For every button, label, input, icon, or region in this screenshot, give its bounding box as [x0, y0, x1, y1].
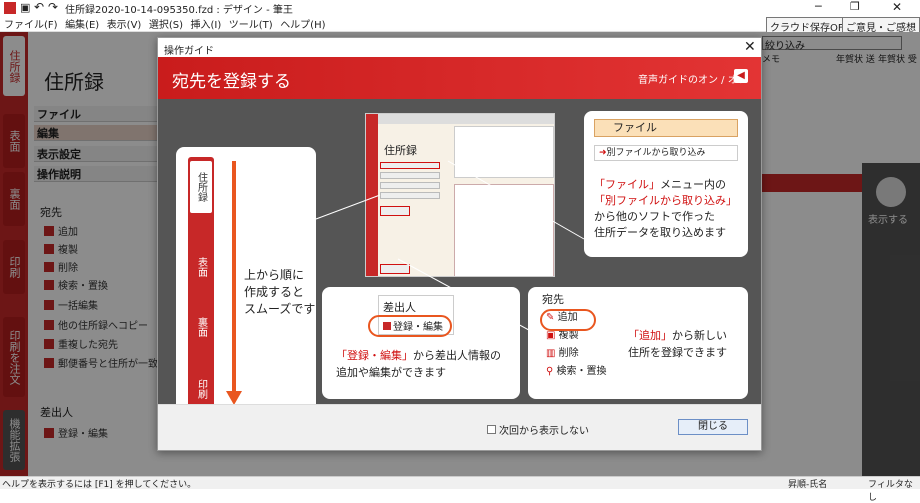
- dialog-footer: 次回から表示しない 閉じる: [158, 404, 761, 450]
- window-title: 住所録2020-10-14-095350.fzd : デザイン - 筆王: [65, 5, 293, 16]
- title-bar: ▣ ↶ ↷ 住所録2020-10-14-095350.fzd : デザイン - …: [0, 0, 920, 16]
- menu-help[interactable]: ヘルプ(H): [280, 20, 325, 31]
- status-sort: 昇順-氏名: [788, 480, 828, 490]
- dialog-close-icon[interactable]: ✕: [744, 39, 756, 55]
- undo-icon[interactable]: ↶: [34, 0, 44, 14]
- dont-show-checkbox[interactable]: 次回から表示しない: [487, 422, 589, 437]
- redo-icon[interactable]: ↷: [48, 0, 58, 14]
- menu-tools[interactable]: ツール(T): [229, 20, 273, 31]
- menu-file[interactable]: ファイル(F): [4, 20, 58, 31]
- banner-title: 宛先を登録する: [172, 72, 291, 92]
- app-icon: [4, 2, 16, 14]
- menu-view[interactable]: 表示(V): [107, 20, 142, 31]
- window-close-icon[interactable]: ✕: [892, 0, 902, 14]
- voice-toggle-link[interactable]: 音声ガイドのオン / オフ: [638, 71, 748, 86]
- maximize-icon[interactable]: ❐: [850, 0, 860, 13]
- menu-insert[interactable]: 挿入(I): [191, 20, 222, 31]
- status-bar: ヘルプを表示するには [F1] を押してください。 昇順-氏名 フィルタなし: [0, 476, 920, 503]
- close-button[interactable]: 閉じる: [678, 419, 748, 435]
- guide-dialog: 操作ガイド ✕ 宛先を登録する 音声ガイドのオン / オフ ◀ 住所録 住所録 …: [157, 37, 762, 451]
- guide-content: 住所録 住所録 表面 裏面 印刷 上から順に 作成すると スムーズです ファイル…: [158, 99, 761, 431]
- save-icon[interactable]: ▣: [20, 1, 30, 14]
- checkbox-box[interactable]: [487, 425, 496, 434]
- dialog-title: 操作ガイド: [164, 46, 214, 57]
- dialog-banner: 宛先を登録する 音声ガイドのオン / オフ ◀: [158, 57, 761, 99]
- menu-select[interactable]: 選択(S): [149, 20, 183, 31]
- status-help: ヘルプを表示するには [F1] を押してください。: [2, 480, 197, 490]
- connector-lines: [315, 160, 585, 336]
- speaker-icon[interactable]: ◀: [734, 69, 748, 83]
- status-filter: フィルタなし: [868, 480, 913, 503]
- dont-show-label: 次回から表示しない: [499, 426, 589, 437]
- minimize-icon[interactable]: ─: [815, 0, 822, 13]
- menu-bar: ファイル(F) 編集(E) 表示(V) 選択(S) 挿入(I) ツール(T) ヘ…: [0, 16, 920, 36]
- menu-edit[interactable]: 編集(E): [65, 20, 99, 31]
